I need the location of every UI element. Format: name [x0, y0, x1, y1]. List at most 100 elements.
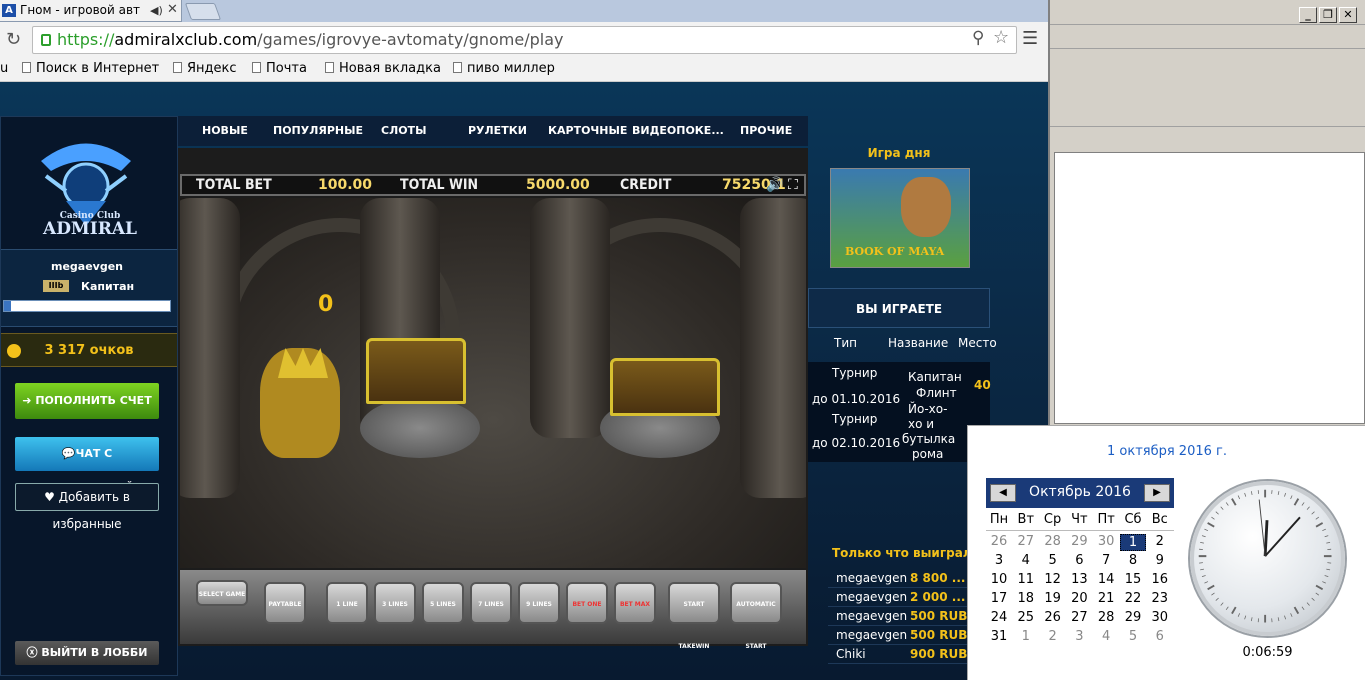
calendar-day[interactable]: 24 [986, 610, 1012, 625]
calendar-day[interactable]: 1 [1013, 629, 1039, 644]
calendar-day[interactable]: 7 [1093, 553, 1119, 568]
speaker-icon[interactable]: ◀) [150, 1, 163, 21]
calendar-day[interactable]: 28 [1040, 534, 1066, 549]
line-3-button[interactable]: 3 LINES [374, 582, 416, 624]
calendar-day[interactable]: 6 [1066, 553, 1092, 568]
calendar-day[interactable]: 5 [1120, 629, 1146, 644]
bookmark-item[interactable]: Яндекс [173, 61, 237, 76]
calendar-day[interactable]: 30 [1093, 534, 1119, 549]
open-chest-icon[interactable] [366, 338, 466, 404]
calendar-day[interactable]: 26 [1040, 610, 1066, 625]
calendar-day[interactable]: 8 [1120, 553, 1146, 568]
restore-icon[interactable]: ❐ [1319, 7, 1337, 23]
calendar-day[interactable]: 17 [986, 591, 1012, 606]
nav-cards[interactable]: КАРТОЧНЫЕ [548, 124, 627, 137]
reload-icon[interactable]: ↻ [6, 29, 21, 50]
address-bar[interactable]: https://admiralxclub.com/games/igrovye-a… [32, 26, 1017, 54]
username[interactable]: megaevgen [51, 260, 123, 273]
calendar-day[interactable]: 31 [986, 629, 1012, 644]
line-7-button[interactable]: 7 LINES [470, 582, 512, 624]
calendar-day[interactable]: 22 [1120, 591, 1146, 606]
minimize-icon[interactable]: _ [1299, 7, 1317, 23]
you-play-header[interactable]: ВЫ ИГРАЕТЕ [808, 288, 990, 328]
line-9-button[interactable]: 9 LINES [518, 582, 560, 624]
add-favorite-button[interactable]: ♥ Добавить в [15, 483, 159, 511]
select-game-button[interactable]: SELECT GAME [196, 580, 248, 606]
calendar-day[interactable]: 16 [1147, 572, 1173, 587]
auto-start-button[interactable]: AUTOMATIC START [730, 582, 782, 650]
nav-popular[interactable]: ПОПУЛЯРНЫЕ [273, 124, 363, 137]
calendar-day[interactable]: 19 [1040, 591, 1066, 606]
calendar-day[interactable]: 2 [1040, 629, 1066, 644]
calendar-day[interactable]: 1 [1120, 534, 1146, 551]
calendar-day[interactable]: 10 [986, 572, 1012, 587]
nav-new[interactable]: НОВЫЕ [202, 124, 248, 137]
calendar-day[interactable]: 21 [1093, 591, 1119, 606]
tab-active[interactable]: A Гном - игровой авт ◀) ✕ [0, 0, 182, 22]
bookmark-item[interactable]: u [0, 61, 8, 76]
calendar-day[interactable]: 3 [986, 553, 1012, 568]
bet-max-button[interactable]: BET MAX [614, 582, 656, 624]
calendar-day[interactable]: 12 [1040, 572, 1066, 587]
new-tab-button[interactable] [184, 3, 222, 20]
calendar-day[interactable]: 27 [1013, 534, 1039, 549]
calendar-day[interactable]: 20 [1066, 591, 1092, 606]
calendar-day[interactable]: 6 [1147, 629, 1173, 644]
calendar-day[interactable]: 18 [1013, 591, 1039, 606]
calendar-day[interactable]: 11 [1013, 572, 1039, 587]
prev-month-button[interactable]: ◀ [990, 484, 1016, 502]
bookmark-item[interactable]: Почта [252, 61, 307, 76]
calendar-day[interactable]: 29 [1120, 610, 1146, 625]
bookmark-item[interactable]: Поиск в Интернет [22, 61, 159, 76]
paytable-button[interactable]: PAYTABLE [264, 582, 306, 624]
nav-other[interactable]: ПРОЧИЕ [740, 124, 792, 137]
game-frame[interactable]: TOTAL BET 100.00 TOTAL WIN 5000.00 CREDI… [178, 148, 808, 650]
line-1-button[interactable]: 1 LINE [326, 582, 368, 624]
calendar-day[interactable]: 4 [1093, 629, 1119, 644]
calendar-day[interactable]: 13 [1066, 572, 1092, 587]
exit-lobby-button[interactable]: ⓧ ВЫЙТИ В ЛОББИ [15, 641, 159, 665]
tournament-name[interactable]: Флинт [916, 386, 957, 400]
nav-roulette[interactable]: РУЛЕТКИ [468, 124, 527, 137]
tournament-name[interactable]: Йо-хо- [908, 402, 947, 416]
deposit-button[interactable]: ➜ ПОПОЛНИТЬ СЧЕТ [15, 383, 159, 419]
game-of-day-image[interactable]: BOOK OF MAYA [830, 168, 970, 268]
bet-one-button[interactable]: BET ONE [566, 582, 608, 624]
star-icon[interactable]: ☆ [993, 27, 1009, 48]
sound-icon[interactable]: 🔊 [766, 177, 783, 193]
bookmark-item[interactable]: Новая вкладка [325, 61, 441, 76]
calendar-day[interactable]: 30 [1147, 610, 1173, 625]
search-icon[interactable]: ⚲ [972, 28, 984, 48]
support-chat-button[interactable]: 💬ЧАТ С ПОДДЕРЖКОЙ [15, 437, 159, 494]
calendar-day[interactable]: 26 [986, 534, 1012, 549]
nav-videopoker[interactable]: ВИДЕОПОКЕ... [632, 124, 724, 137]
calendar-day[interactable]: 27 [1066, 610, 1092, 625]
tournament-name[interactable]: Капитан [908, 370, 962, 384]
calendar-day[interactable]: 3 [1066, 629, 1092, 644]
next-month-button[interactable]: ▶ [1144, 484, 1170, 502]
calendar-day[interactable]: 9 [1147, 553, 1173, 568]
calendar-day[interactable]: 5 [1040, 553, 1066, 568]
fullscreen-icon[interactable]: ⛶ [788, 177, 798, 193]
game-scene[interactable]: 0 [180, 198, 806, 568]
calendar-day[interactable]: 23 [1147, 591, 1173, 606]
line-5-button[interactable]: 5 LINES [422, 582, 464, 624]
calendar-day[interactable]: 15 [1120, 572, 1146, 587]
nav-slots[interactable]: СЛОТЫ [381, 124, 426, 137]
close-icon[interactable]: ✕ [167, 0, 178, 20]
calendar-day[interactable]: 2 [1147, 534, 1173, 549]
menu-icon[interactable]: ☰ [1022, 28, 1038, 49]
calendar-day[interactable]: 28 [1093, 610, 1119, 625]
calendar-day[interactable]: 4 [1013, 553, 1039, 568]
tournament-name[interactable]: хо и [908, 417, 934, 431]
calendar-day[interactable]: 14 [1093, 572, 1119, 587]
tournament-name[interactable]: бутылка [902, 432, 955, 446]
closed-chest-icon[interactable] [610, 358, 720, 416]
start-takewin-button[interactable]: START TAKEWIN [668, 582, 720, 650]
long-date-link[interactable]: 1 октября 2016 г. [968, 444, 1365, 459]
bookmark-item[interactable]: пиво миллер [453, 61, 555, 76]
calendar-day[interactable]: 25 [1013, 610, 1039, 625]
calendar-day[interactable]: 29 [1066, 534, 1092, 549]
tournament-name[interactable]: рома [912, 447, 943, 461]
close-icon[interactable]: ✕ [1339, 7, 1357, 23]
